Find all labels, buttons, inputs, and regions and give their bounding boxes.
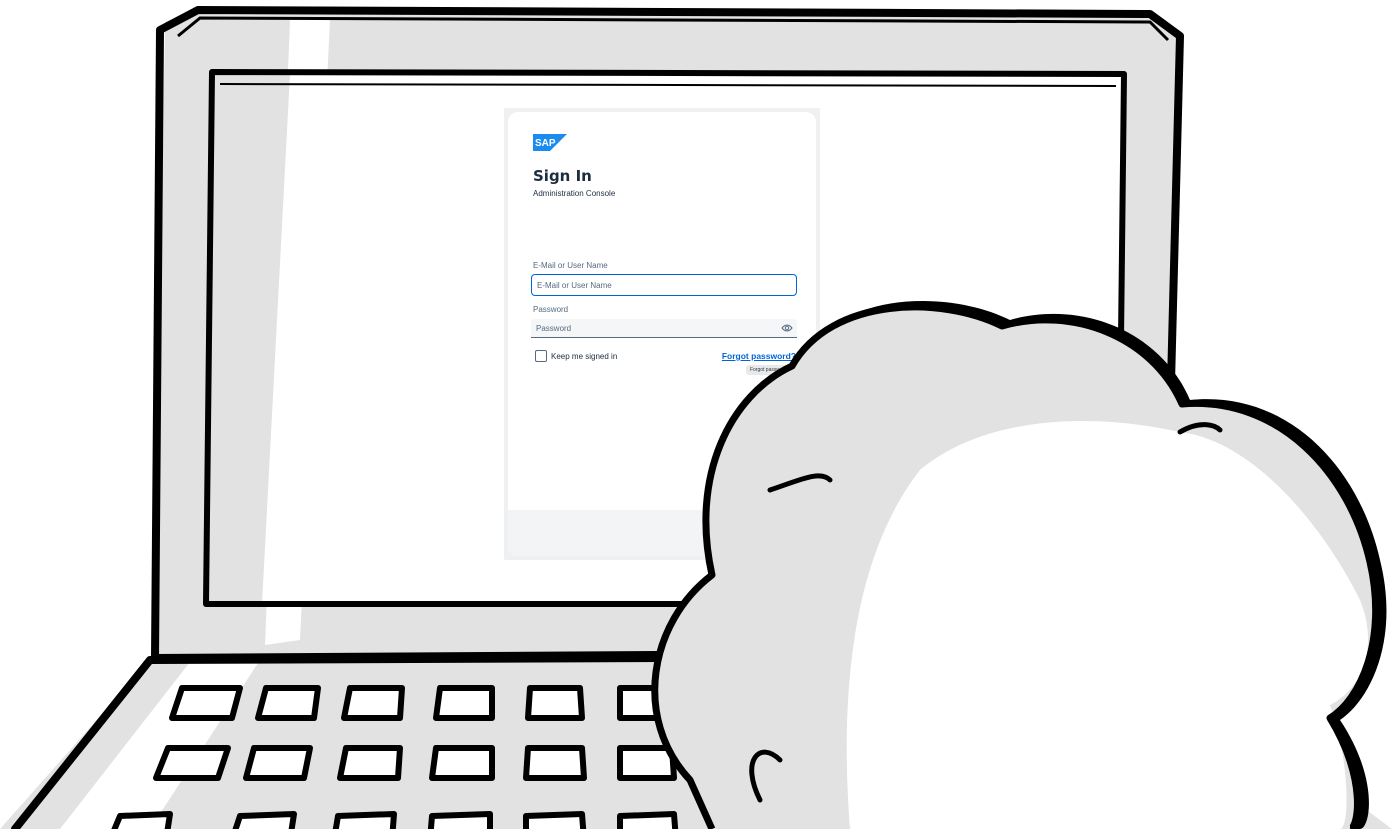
key xyxy=(111,811,173,829)
key xyxy=(523,811,587,829)
keep-signed-in-checkbox[interactable] xyxy=(535,350,547,362)
key xyxy=(337,745,403,781)
sap-logo-text: SAP xyxy=(535,138,556,149)
forgot-password-link[interactable]: Forgot password? xyxy=(722,351,796,361)
email-label: E-Mail or User Name xyxy=(533,261,608,270)
key xyxy=(523,745,587,781)
sap-logo: SAP xyxy=(533,134,567,151)
key xyxy=(255,685,321,721)
email-placeholder: E-Mail or User Name xyxy=(537,280,612,290)
key xyxy=(433,685,495,721)
key xyxy=(341,685,405,721)
key xyxy=(153,745,231,781)
keep-signed-in-label: Keep me signed in xyxy=(551,351,618,361)
key xyxy=(243,745,313,781)
page-subtitle: Administration Console xyxy=(533,189,616,198)
key xyxy=(427,811,493,829)
card-footer xyxy=(508,510,816,556)
key xyxy=(332,811,397,829)
login-card: SAP Sign In Administration Console E-Mai… xyxy=(508,112,816,556)
eye-icon[interactable] xyxy=(781,323,793,333)
key xyxy=(525,685,585,721)
page-title: Sign In xyxy=(533,167,592,185)
key xyxy=(169,685,243,721)
password-field[interactable]: Password xyxy=(531,319,797,338)
key xyxy=(429,745,495,781)
keep-signed-in-row[interactable]: Keep me signed in xyxy=(535,350,617,362)
key xyxy=(617,685,675,721)
key xyxy=(709,745,767,781)
login-frame: SAP Sign In Administration Console E-Mai… xyxy=(504,108,820,560)
key xyxy=(232,811,297,829)
password-placeholder: Password xyxy=(536,323,572,333)
key xyxy=(617,745,677,781)
email-field[interactable]: E-Mail or User Name xyxy=(531,274,797,296)
key xyxy=(617,811,679,829)
password-label: Password xyxy=(533,305,569,314)
forgot-password-tooltip: Forgot password? xyxy=(745,365,794,375)
